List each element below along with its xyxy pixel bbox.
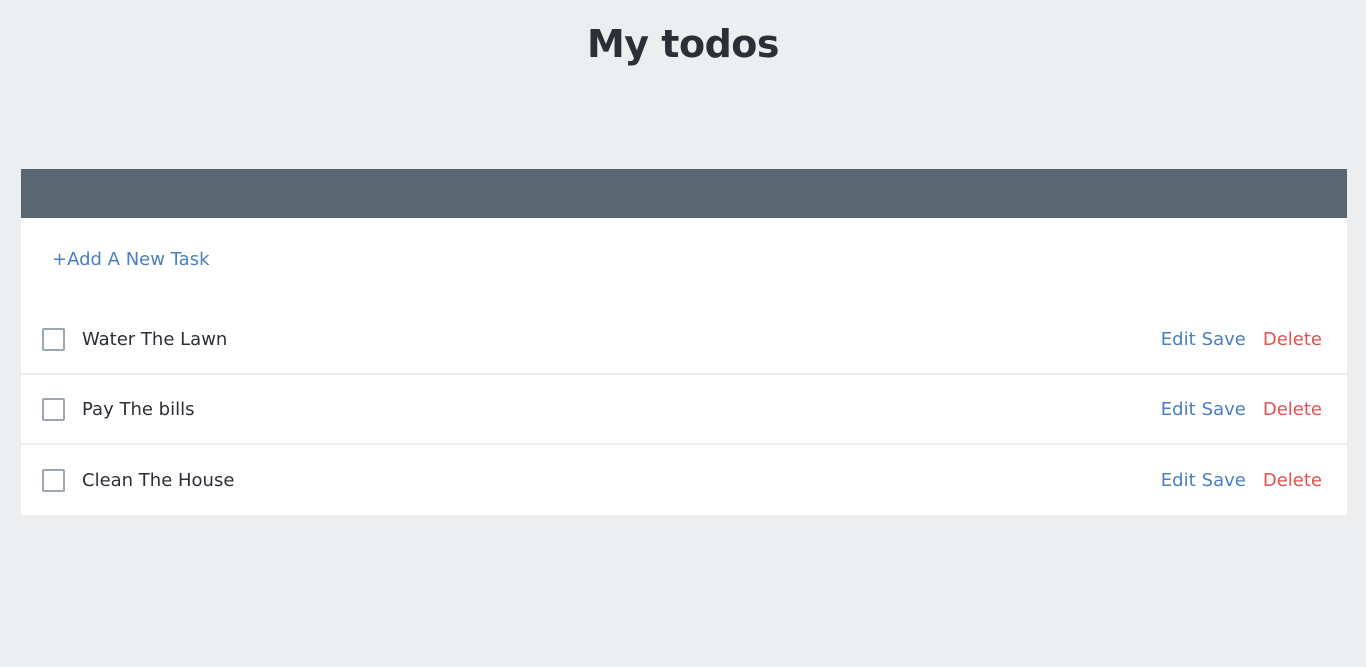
task-actions: Edit Save Delete: [1161, 329, 1322, 350]
task-row: Water The Lawn Edit Save Delete: [21, 305, 1347, 375]
edit-button[interactable]: Edit: [1161, 399, 1196, 420]
todo-card: +Add A New Task Water The Lawn Edit Save…: [21, 169, 1347, 515]
delete-button[interactable]: Delete: [1263, 470, 1322, 491]
add-task-link[interactable]: +Add A New Task: [52, 249, 210, 270]
task-row: Pay The bills Edit Save Delete: [21, 375, 1347, 445]
task-row: Clean The House Edit Save Delete: [21, 445, 1347, 515]
task-text: Water The Lawn: [82, 328, 228, 350]
task-text: Clean The House: [82, 469, 235, 491]
task-checkbox[interactable]: [42, 327, 65, 351]
card-header-bar: [21, 169, 1347, 218]
edit-button[interactable]: Edit: [1161, 329, 1196, 350]
task-actions: Edit Save Delete: [1161, 470, 1322, 491]
delete-button[interactable]: Delete: [1263, 329, 1322, 350]
save-button[interactable]: Save: [1202, 329, 1246, 350]
save-button[interactable]: Save: [1202, 399, 1246, 420]
task-actions: Edit Save Delete: [1161, 399, 1322, 420]
task-text: Pay The bills: [82, 398, 195, 420]
save-button[interactable]: Save: [1202, 470, 1246, 491]
task-list: Water The Lawn Edit Save Delete Pay The …: [21, 305, 1347, 515]
task-checkbox[interactable]: [42, 397, 65, 421]
page-title: My todos: [586, 22, 780, 66]
task-checkbox[interactable]: [42, 468, 65, 492]
edit-button[interactable]: Edit: [1161, 470, 1196, 491]
delete-button[interactable]: Delete: [1263, 399, 1322, 420]
